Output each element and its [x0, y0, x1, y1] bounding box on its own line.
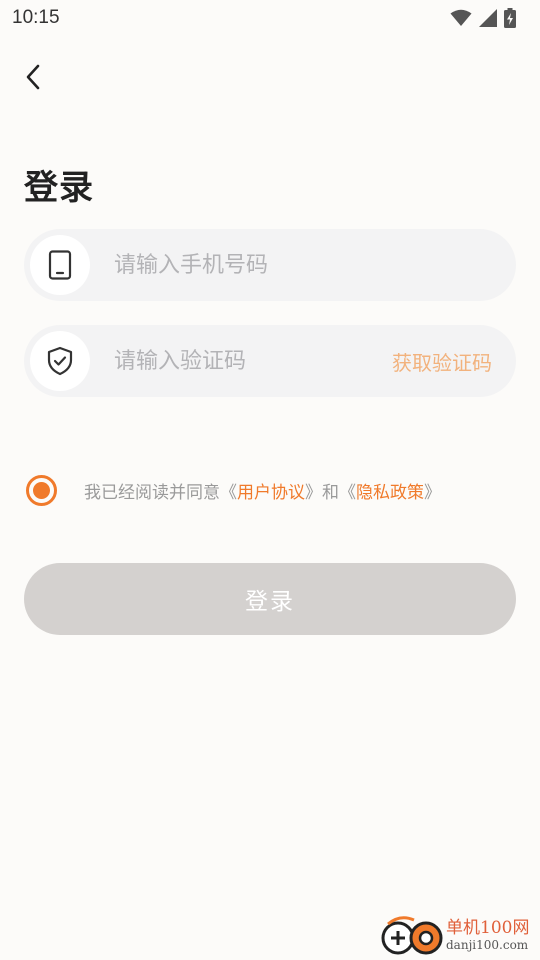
back-button[interactable] [18, 62, 48, 92]
phone-field[interactable] [24, 229, 516, 301]
chevron-left-icon [26, 64, 40, 90]
phone-icon-container [30, 235, 90, 295]
signal-icon [479, 9, 497, 27]
status-time: 10:15 [12, 7, 60, 28]
phone-icon [48, 250, 72, 280]
phone-input[interactable] [114, 252, 516, 278]
privacy-policy-link[interactable]: 隐私政策 [356, 483, 424, 503]
agreement-radio[interactable] [26, 475, 57, 506]
status-icons [450, 8, 516, 28]
user-agreement-link[interactable]: 用户协议 [237, 483, 305, 503]
watermark-text: 单机100网 danji100.com [446, 918, 529, 952]
watermark-name: 单机100网 [446, 918, 530, 938]
agreement-row: 我已经阅读并同意《用户协议》和《隐私政策》 [26, 475, 441, 506]
watermark-logo-icon [381, 916, 443, 955]
code-input[interactable] [114, 348, 392, 374]
radio-selected-dot [33, 482, 50, 499]
status-bar: 10:15 [0, 0, 540, 36]
agreement-text: 我已经阅读并同意《用户协议》和《隐私政策》 [84, 478, 441, 503]
shield-icon-container [30, 331, 90, 391]
code-field[interactable]: 获取验证码 [24, 325, 516, 397]
battery-charging-icon [504, 8, 516, 28]
login-button[interactable]: 登录 [24, 563, 516, 635]
wifi-icon [450, 9, 472, 26]
watermark: 单机100网 danji100.com [380, 910, 540, 960]
agreement-prefix: 我已经阅读并同意《 [84, 483, 237, 503]
watermark-domain: danji100.com [446, 938, 529, 952]
shield-check-icon [47, 346, 73, 376]
page-title: 登录 [24, 168, 94, 208]
get-code-button[interactable]: 获取验证码 [392, 347, 492, 376]
agreement-middle: 》和《 [305, 483, 356, 503]
agreement-suffix: 》 [424, 483, 441, 503]
